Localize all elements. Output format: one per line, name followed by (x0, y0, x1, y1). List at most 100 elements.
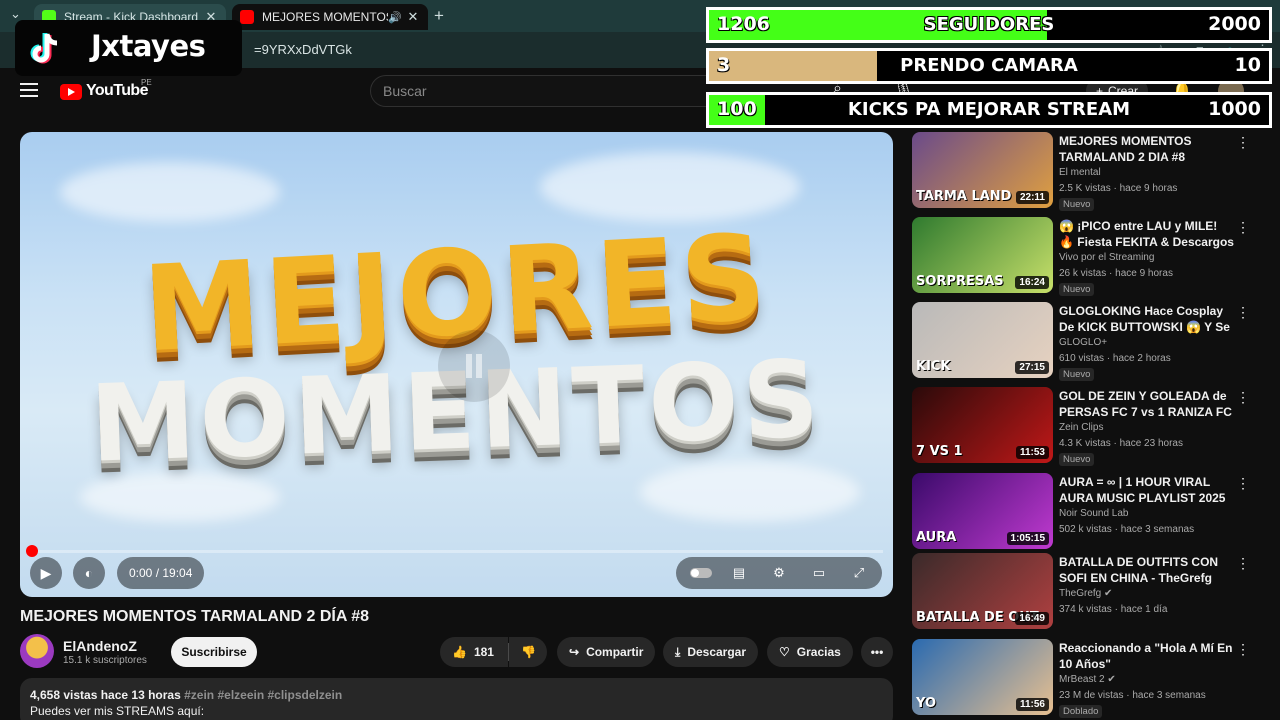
video-duration: 11:56 (1015, 698, 1049, 711)
youtube-logo-icon[interactable] (60, 84, 82, 100)
progress-bar[interactable] (32, 550, 883, 553)
recommendation-item[interactable]: YO 11:56 Reaccionando a "Hola A Mí En 10 A… (912, 639, 1252, 718)
recommendation-channel[interactable]: Zein Clips (1059, 422, 1103, 433)
volume-button[interactable]: ◐ (73, 557, 105, 589)
video-title: MEJORES MOMENTOS TARMALAND 2 DÍA #8 (20, 608, 370, 625)
tab-youtube-video[interactable]: MEJORES MOMENTOS TARMALAND 🔊 ✕ (232, 4, 428, 30)
recommendation-title[interactable]: 😱 ¡PICO entre LAU y MILE! 🔥 Fiesta FEKIT… (1059, 219, 1235, 251)
recommendation-channel[interactable]: Vivo por el Streaming (1059, 252, 1154, 263)
thumbnail-text: KICK (916, 359, 951, 374)
recommendation-item[interactable]: TARMA LAND 22:11 MEJORES MOMENTOS TARMALAN… (912, 132, 1252, 211)
like-count: 181 (473, 645, 494, 659)
tab-title: MEJORES MOMENTOS TARMALAND (262, 10, 388, 24)
recommendation-channel[interactable]: MrBeast 2 ✔ (1059, 674, 1116, 685)
video-thumbnail[interactable]: SORPRESAS 16:24 (912, 217, 1053, 293)
thanks-heart-icon: ♡ (779, 645, 790, 659)
download-button[interactable]: ⤓ Descargar (663, 637, 759, 667)
recommendation-title[interactable]: Reaccionando a "Hola A Mí En 10 Años" (1059, 641, 1235, 672)
more-options-icon[interactable]: ⋮ (1236, 641, 1250, 658)
youtube-logo-text[interactable]: YouTube (86, 82, 148, 100)
autoplay-toggle[interactable] (690, 568, 712, 578)
recommendation-channel[interactable]: Noir Sound Lab (1059, 508, 1129, 519)
fullscreen-icon[interactable]: ⤢ (850, 564, 868, 582)
recommendation-title[interactable]: GLOGLOKING Hace Cosplay De KICK BUTTOWSK… (1059, 304, 1235, 336)
video-duration: 27:15 (1015, 361, 1049, 374)
thumbnail-text: TARMA LAND (916, 189, 1012, 204)
recommendation-title[interactable]: GOL DE ZEIN Y GOLEADA de PERSAS FC 7 vs … (1059, 389, 1235, 421)
recommendation-item[interactable]: AURA 1:05:15 AURA = ∞ | 1 HOUR VIRAL AURA … (912, 473, 1252, 551)
recommendation-channel[interactable]: TheGrefg ✔ (1059, 588, 1112, 599)
more-icon: ••• (870, 645, 884, 659)
time-display: 0:00 / 19:04 (117, 557, 205, 589)
video-duration: 16:24 (1015, 276, 1049, 289)
recommendation-item[interactable]: SORPRESAS 16:24 😱 ¡PICO entre LAU y MILE! … (912, 217, 1252, 296)
player-right-controls: ▤ ⚙ ▭ ⤢ (676, 557, 882, 589)
thanks-label: Gracias (796, 645, 841, 659)
recommendation-title[interactable]: BATALLA DE OUTFITS CON SOFI EN CHINA - T… (1059, 555, 1235, 586)
speaker-icon[interactable]: 🔊 (388, 11, 402, 24)
more-options-icon[interactable]: ⋮ (1236, 475, 1250, 492)
recommendation-meta: 4.3 K vistas · hace 23 horas (1059, 438, 1183, 449)
video-thumbnail[interactable]: BATALLA DE OUT 16:49 (912, 553, 1053, 629)
settings-gear-icon[interactable]: ⚙ (770, 564, 788, 582)
video-thumbnail[interactable]: AURA 1:05:15 (912, 473, 1053, 549)
more-options-icon[interactable]: ⋮ (1236, 134, 1250, 151)
close-tab-icon[interactable]: ✕ (406, 9, 420, 25)
dislike-button[interactable]: 👎 (509, 637, 547, 667)
menu-icon[interactable] (20, 83, 38, 97)
url-text[interactable]: =9YRXxDdVTGk (254, 42, 352, 57)
share-label: Compartir (586, 645, 644, 659)
recommendation-badge: Nuevo (1059, 453, 1095, 466)
download-label: Descargar (687, 645, 747, 659)
description-tags[interactable]: #zein #elzeein #clipsdelzein (184, 688, 342, 702)
recommendation-badge: Nuevo (1059, 368, 1095, 381)
recommendation-item[interactable]: BATALLA DE OUT 16:49 BATALLA DE OUTFITS CO… (912, 553, 1252, 631)
recommendation-item[interactable]: 7 VS 1 11:53 GOL DE ZEIN Y GOLEADA de PERS… (912, 387, 1252, 466)
recommendation-channel[interactable]: GLOGLO+ (1059, 337, 1107, 348)
subtitles-icon[interactable]: ▤ (730, 564, 748, 582)
like-button[interactable]: 👍 181 (440, 637, 508, 667)
goal-target: 1000 (1208, 98, 1261, 120)
goal-bar: 100 KICKS PA MEJORAR STREAM 1000 (706, 92, 1272, 128)
recommendation-title[interactable]: MEJORES MOMENTOS TARMALAND 2 DIA #8 (1059, 134, 1235, 165)
more-options-icon[interactable]: ⋮ (1236, 555, 1250, 572)
channel-name[interactable]: ElAndenoZ (63, 638, 137, 654)
share-button[interactable]: ↪ Compartir (557, 637, 656, 667)
video-duration: 22:11 (1015, 191, 1049, 204)
video-thumbnail[interactable]: KICK 27:15 (912, 302, 1053, 378)
video-thumbnail[interactable]: YO 11:56 (912, 639, 1053, 715)
video-player[interactable]: MEJORES MOMENTOS ▶ ◐ 0:00 / 19:04 ▤ ⚙ ▭ … (20, 132, 893, 597)
tiktok-logo-icon (30, 33, 58, 64)
share-icon: ↪ (569, 645, 580, 659)
more-options-icon[interactable]: ⋮ (1236, 389, 1250, 406)
more-options-icon[interactable]: ⋮ (1236, 304, 1250, 321)
more-actions-button[interactable]: ••• (861, 637, 893, 667)
recommendation-channel[interactable]: El mental (1059, 167, 1101, 178)
recommendation-meta: 23 M de vistas · hace 3 semanas (1059, 690, 1206, 701)
more-options-icon[interactable]: ⋮ (1236, 219, 1250, 236)
theater-mode-icon[interactable]: ▭ (810, 564, 828, 582)
thumbnail-text: AURA (916, 530, 957, 545)
video-thumbnail[interactable]: 7 VS 1 11:53 (912, 387, 1053, 463)
subscribe-button[interactable]: Suscribirse (171, 637, 257, 667)
thumbnail-text: SORPRESAS (916, 274, 1004, 289)
goal-target: 10 (1234, 54, 1261, 76)
recommendation-title[interactable]: AURA = ∞ | 1 HOUR VIRAL AURA MUSIC PLAYL… (1059, 475, 1235, 507)
thumbnail-text: YO (916, 696, 937, 711)
thumbs-down-icon: 👎 (521, 645, 536, 659)
recommendation-item[interactable]: KICK 27:15 GLOGLOKING Hace Cosplay De KICK… (912, 302, 1252, 381)
video-thumbnail[interactable]: TARMA LAND 22:11 (912, 132, 1053, 208)
thanks-button[interactable]: ♡ Gracias (767, 637, 853, 667)
pause-overlay-icon[interactable] (438, 330, 510, 402)
new-tab-icon[interactable]: + (434, 6, 444, 26)
goal-bar: 1206 SEGUIDORES 2000 (706, 7, 1272, 43)
channel-avatar[interactable] (20, 634, 54, 668)
tiktok-overlay: Jxtayes (15, 20, 242, 76)
progress-scrubber[interactable] (26, 545, 38, 557)
description-box[interactable]: 4,658 vistas hace 13 horas #zein #elzeei… (20, 678, 893, 720)
recommendation-badge: Doblado (1059, 705, 1103, 718)
cloud-decoration (60, 162, 280, 222)
recommendation-meta: 610 vistas · hace 2 horas (1059, 353, 1171, 364)
download-icon: ⤓ (675, 644, 681, 659)
play-button[interactable]: ▶ (30, 557, 62, 589)
